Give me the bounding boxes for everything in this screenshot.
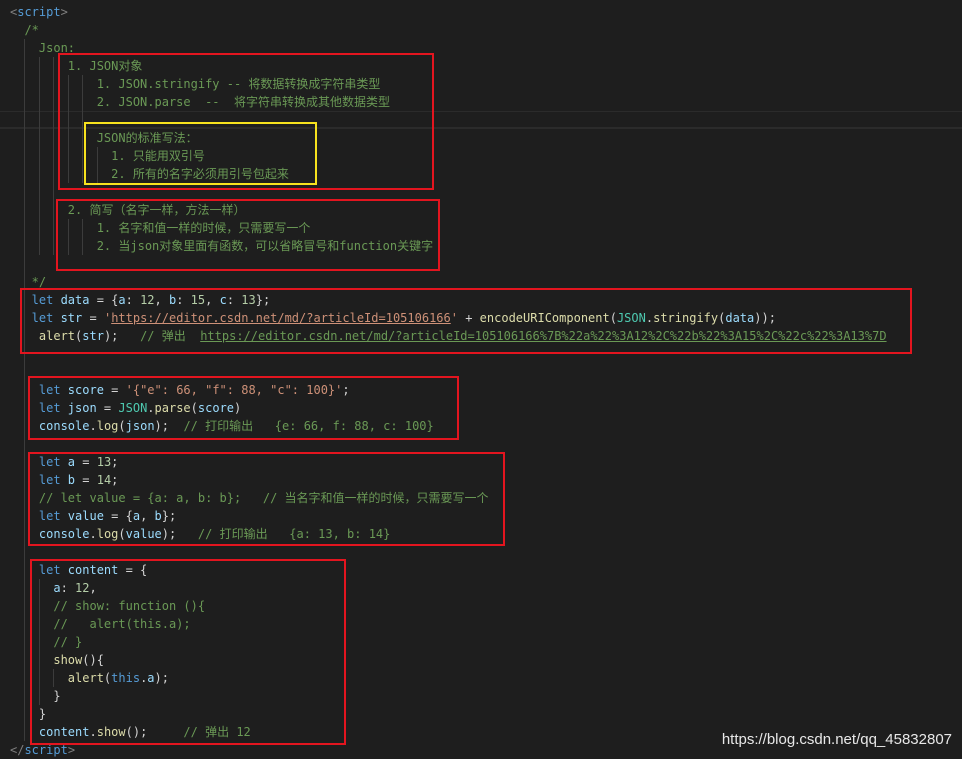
code-token: </ (10, 743, 25, 757)
code-token: script (17, 5, 61, 19)
code-token: > (60, 5, 68, 19)
annotation-box-parse-example (28, 376, 459, 440)
annotation-box-json-standard (84, 122, 317, 185)
code-token: script (24, 743, 68, 757)
watermark: https://blog.csdn.net/qq_45832807 (721, 731, 952, 748)
code-token: > (67, 743, 76, 757)
code-line[interactable]: /* (10, 21, 955, 39)
annotation-box-stringify-example (20, 288, 912, 354)
annotation-box-shorthand (56, 199, 440, 271)
code-line[interactable]: <script> (10, 3, 955, 21)
annotation-box-value-shorthand-example (28, 452, 505, 546)
annotation-box-method-shorthand-example (30, 559, 346, 745)
code-token: */ (10, 275, 47, 289)
code-token: /* (10, 23, 39, 37)
